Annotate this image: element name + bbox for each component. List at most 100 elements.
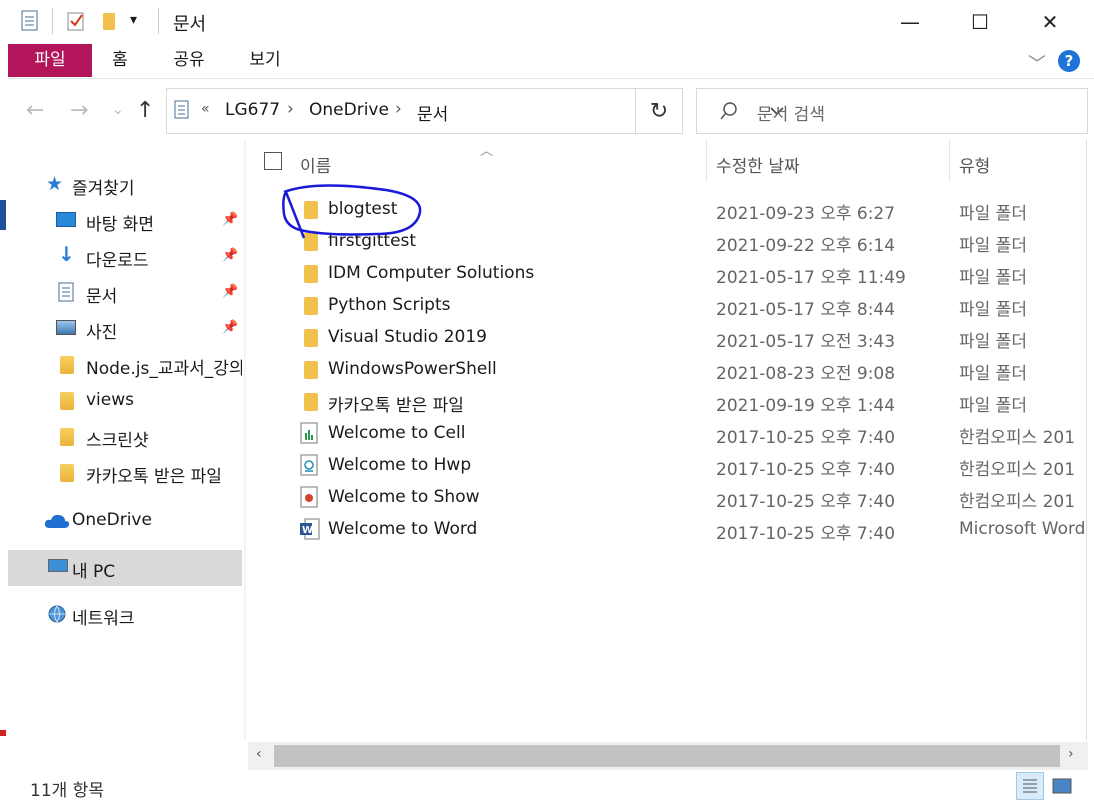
window-title: 문서	[173, 14, 207, 35]
sidebar-item-desktop[interactable]: 바탕 화면 📌	[8, 204, 242, 238]
back-arrow-icon[interactable]: ←	[26, 98, 44, 123]
file-type: 파일 폴더	[959, 204, 1027, 224]
new-folder-icon[interactable]	[100, 10, 120, 32]
pictures-icon	[56, 320, 76, 335]
pin-icon[interactable]: 📌	[222, 248, 238, 263]
file-type: 파일 폴더	[959, 364, 1027, 384]
sidebar-item-this-pc[interactable]: 내 PC	[8, 550, 242, 586]
select-all-checkbox[interactable]	[264, 152, 282, 170]
document-icon[interactable]	[20, 10, 40, 32]
details-view-button[interactable]	[1016, 772, 1044, 800]
svg-text:W: W	[302, 525, 313, 536]
file-row[interactable]: Python Scripts 2021-05-17 오후 8:44 파일 폴더	[246, 290, 1086, 322]
large-icons-view-icon	[1052, 778, 1072, 794]
address-bar[interactable]: « LG677 › OneDrive › 문서	[166, 88, 784, 134]
large-icons-view-button[interactable]	[1048, 772, 1076, 800]
breadcrumb-onedrive[interactable]: OneDrive	[309, 100, 389, 120]
sidebar-item-screenshots[interactable]: 스크린샷	[8, 420, 242, 454]
left-gutter	[0, 0, 8, 803]
qat-separator	[52, 8, 53, 34]
pin-icon[interactable]: 📌	[222, 284, 238, 299]
sidebar-item-label: 즐겨찾기	[72, 179, 135, 199]
forward-arrow-icon[interactable]: →	[70, 98, 88, 123]
folder-icon	[304, 265, 318, 287]
ribbon-tabs: 파일 홈 공유 보기 ﹀ ?	[8, 44, 1094, 79]
minimize-button[interactable]: —	[880, 0, 940, 44]
refresh-button[interactable]: ↻	[636, 88, 683, 134]
file-type: 파일 폴더	[959, 300, 1027, 320]
pin-icon[interactable]: 📌	[222, 320, 238, 335]
refresh-icon: ↻	[649, 98, 669, 124]
file-row[interactable]: Welcome to Cell 2017-10-25 오후 7:40 한컴오피스 2…	[246, 418, 1086, 450]
recent-locations-icon[interactable]: ⌄	[112, 102, 124, 118]
up-arrow-icon[interactable]: ↑	[136, 98, 154, 123]
file-row[interactable]: IDM Computer Solutions 2021-05-17 오후 11:4…	[246, 258, 1086, 290]
sidebar-item-label: 바탕 화면	[86, 215, 154, 235]
column-header-date[interactable]: 수정한 날짜	[716, 152, 800, 177]
folder-icon	[304, 361, 318, 383]
sidebar-item-documents[interactable]: 문서 📌	[8, 276, 242, 310]
qat-dropdown-icon[interactable]: ▾	[130, 12, 137, 28]
scroll-right-icon[interactable]: ›	[1068, 746, 1074, 762]
details-view-icon	[1023, 779, 1037, 793]
title-bar: ▾ 문서 — ☐ ✕	[8, 0, 1094, 44]
sidebar-item-nodejs-folder[interactable]: Node.js_교과서_강의	[8, 348, 242, 382]
tab-home[interactable]: 홈	[98, 44, 142, 77]
file-row[interactable]: Welcome to Show 2017-10-25 오후 7:40 한컴오피스 2…	[246, 482, 1086, 514]
file-row[interactable]: 카카오톡 받은 파일 2021-09-19 오후 1:44 파일 폴더	[246, 386, 1086, 418]
sidebar-item-label: 문서	[86, 287, 118, 307]
search-input[interactable]: 문서 검색	[696, 88, 1088, 134]
scroll-left-icon[interactable]: ‹	[256, 746, 262, 762]
tab-view[interactable]: 보기	[236, 44, 294, 77]
ribbon-expand-icon[interactable]: ﹀	[1028, 50, 1046, 76]
file-row[interactable]: Visual Studio 2019 2021-05-17 오전 3:43 파일 폴…	[246, 322, 1086, 354]
file-type: 파일 폴더	[959, 332, 1027, 352]
sidebar-item-quick-access[interactable]: ★ 즐겨찾기	[8, 168, 242, 202]
column-separator[interactable]	[949, 140, 950, 182]
folder-icon	[304, 393, 318, 415]
breadcrumb-separator-icon[interactable]: ›	[395, 99, 402, 119]
sidebar-item-label: 다운로드	[86, 251, 149, 271]
sidebar-item-label: views	[86, 390, 135, 410]
sidebar-item-kakaotalk[interactable]: 카카오톡 받은 파일	[8, 456, 242, 490]
maximize-button[interactable]: ☐	[950, 0, 1010, 44]
file-name: Visual Studio 2019	[328, 327, 487, 347]
file-row[interactable]: W Welcome to Word 2017-10-25 오후 7:40 Micros…	[246, 514, 1086, 546]
gutter-accent-red	[0, 730, 6, 736]
column-separator[interactable]	[706, 140, 707, 182]
close-button[interactable]: ✕	[1020, 0, 1080, 44]
folder-icon	[60, 428, 74, 446]
breadcrumb-documents[interactable]: 문서	[417, 100, 448, 125]
tab-file[interactable]: 파일	[8, 44, 92, 77]
column-header-type[interactable]: 유형	[959, 152, 990, 177]
file-row[interactable]: Welcome to Hwp 2017-10-25 오후 7:40 한컴오피스 20…	[246, 450, 1086, 482]
sidebar-item-pictures[interactable]: 사진 📌	[8, 312, 242, 346]
column-header-name[interactable]: 이름	[300, 152, 331, 177]
scrollbar-thumb[interactable]	[274, 745, 1060, 767]
pin-icon[interactable]: 📌	[222, 212, 238, 227]
file-name: Welcome to Cell	[328, 423, 466, 443]
file-type: 파일 폴더	[959, 268, 1027, 288]
properties-check-icon[interactable]	[66, 10, 86, 32]
horizontal-scrollbar[interactable]: ‹ ›	[248, 742, 1088, 770]
download-arrow-icon: ↓	[58, 242, 75, 266]
file-date: 2021-09-19 오후 1:44	[716, 396, 896, 416]
file-row[interactable]: WindowsPowerShell 2021-08-23 오전 9:08 파일 폴더	[246, 354, 1086, 386]
sidebar-item-downloads[interactable]: ↓ 다운로드 📌	[8, 240, 242, 274]
sidebar-item-network[interactable]: 네트워크	[8, 598, 242, 632]
preview-pane-edge	[1086, 140, 1094, 740]
help-icon[interactable]: ?	[1058, 50, 1080, 72]
breadcrumb-separator-icon[interactable]: ›	[287, 99, 294, 119]
sidebar-item-views[interactable]: views	[8, 384, 242, 418]
word-document-icon: W	[300, 518, 320, 544]
address-overflow-icon[interactable]: «	[201, 101, 210, 117]
file-type: 한컴오피스 201	[959, 460, 1076, 480]
file-date: 2017-10-25 오후 7:40	[716, 460, 896, 480]
annotation-circle	[282, 184, 422, 239]
tab-share[interactable]: 공유	[160, 44, 218, 77]
breadcrumb-lg677[interactable]: LG677	[225, 100, 280, 120]
sidebar-item-label: 카카오톡 받은 파일	[86, 467, 222, 487]
folder-icon	[60, 464, 74, 482]
navigation-bar: ← → ⌄ ↑ « LG677 › OneDrive › 문서 ↻ 문서 검색	[8, 88, 1094, 136]
sidebar-item-onedrive[interactable]: OneDrive	[8, 504, 242, 538]
